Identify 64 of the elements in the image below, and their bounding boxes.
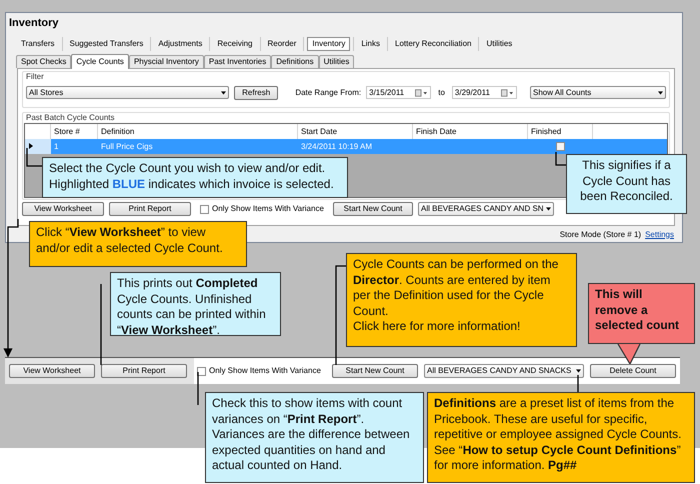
date-range-label: Date Range From: [295,86,362,98]
store-select[interactable]: All Stores [26,86,229,99]
table-cell-text: 3/24/2011 10:19 AM [300,140,374,152]
checkbox-label: Only Show Items With Variance [209,365,321,377]
print-report-button[interactable]: Print Report [101,364,187,378]
view-worksheet-button[interactable]: View Worksheet [9,364,95,378]
callout-text: This signifies if a Cycle Count has been Reconciled. [579,158,674,204]
callout-text: Check this to show items with count variances on “Print Report”. Variances are the difference between expected quantities on hand and actual counted on Hand. [212,396,411,474]
calendar-dropdown-icon [415,88,428,96]
callout-text: This prints out Completed Cycle Counts. Unfinished counts can be printed within “View Worksheet”. [117,276,267,338]
checkbox[interactable] [556,142,565,150]
leader-line [26,148,42,167]
tab[interactable]: Reorder [264,36,300,50]
definition-select[interactable]: All BEVERAGES CANDY AND SNACKS [424,364,584,378]
start-new-count-button[interactable]: Start New Count [332,364,418,378]
delete-count-button[interactable]: Delete Count [590,364,676,378]
tab[interactable]: Cycle Counts [71,54,129,68]
callout-text: Select the Cycle Count you wish to view and/or edit. Highlighted BLUE indicates which invoice is selected. [49,161,335,192]
tab[interactable]: Physcial Inventory [128,54,204,68]
dropdown-arrow-icon [220,90,226,94]
to-label: to [438,86,445,98]
leader-line [197,372,199,405]
tab[interactable]: Lottery Reconciliation [391,36,476,50]
dropdown-arrow-icon [658,90,663,94]
table-cell-text: Full Price Cigs [100,140,154,153]
print-report-button[interactable]: Print Report [109,202,191,216]
window-title: Inventory [8,16,59,31]
tab[interactable]: Definitions [271,54,319,68]
callout-text: Cycle Counts can be performed on the Director. Counts are entered by item per the Definition used for the Cycle Count. [353,257,560,319]
callout-text: Click here for more information! [353,319,522,334]
group-label: Past Batch Cycle Counts [26,112,114,122]
callout-text: Definitions are a preset list of items from the Pricebook. These are useful for specific, repetitive or employee assigned Cycle Counts. See “How to setup Cycle Count Definitions” for more information. Pg## [434,396,682,474]
callout-text: This will remove a selected count [595,287,680,334]
row-pointer-icon [29,143,33,149]
checkbox[interactable] [197,366,206,376]
tab[interactable]: Utilities [482,36,516,50]
tab[interactable]: Suggested Transfers [66,36,148,50]
definition-select[interactable]: All BEVERAGES CANDY AND SN [418,202,554,216]
leader-line [577,375,579,392]
tab[interactable]: Transfers [17,36,58,50]
date-picker[interactable]: 3/15/2011 [366,86,432,99]
checkbox[interactable] [200,204,209,214]
dropdown-arrow-icon [546,207,551,211]
calendar-dropdown-icon [500,88,514,96]
tab[interactable]: Utilities [318,54,354,68]
tab[interactable]: Links [357,36,384,50]
tab[interactable]: Adjustments [154,36,206,50]
callout-text: Click “View Worksheet” to view and/or edit a selected Cycle Count. [36,225,224,256]
settings-link[interactable]: Settings [645,228,674,240]
tab[interactable]: Spot Checks [16,54,72,68]
tab[interactable]: Receiving [213,36,256,50]
status-text: Store Mode (Store # 1) [560,228,642,240]
refresh-button[interactable]: Refresh [234,86,278,100]
leader-line [555,152,566,166]
tab[interactable]: Inventory [307,36,350,50]
view-worksheet-button[interactable]: View Worksheet [22,202,104,216]
date-picker[interactable]: 3/29/2011 [452,86,517,99]
dropdown-arrow-icon [576,369,581,373]
table-cell-text: 1 [53,140,60,152]
count-select[interactable]: Show All Counts [530,86,666,99]
tab[interactable]: Past Inventories [204,54,272,68]
checkbox-label: Only Show Items With Variance [212,203,324,215]
group-label: Filter [26,72,44,82]
start-new-count-button[interactable]: Start New Count [333,202,413,216]
